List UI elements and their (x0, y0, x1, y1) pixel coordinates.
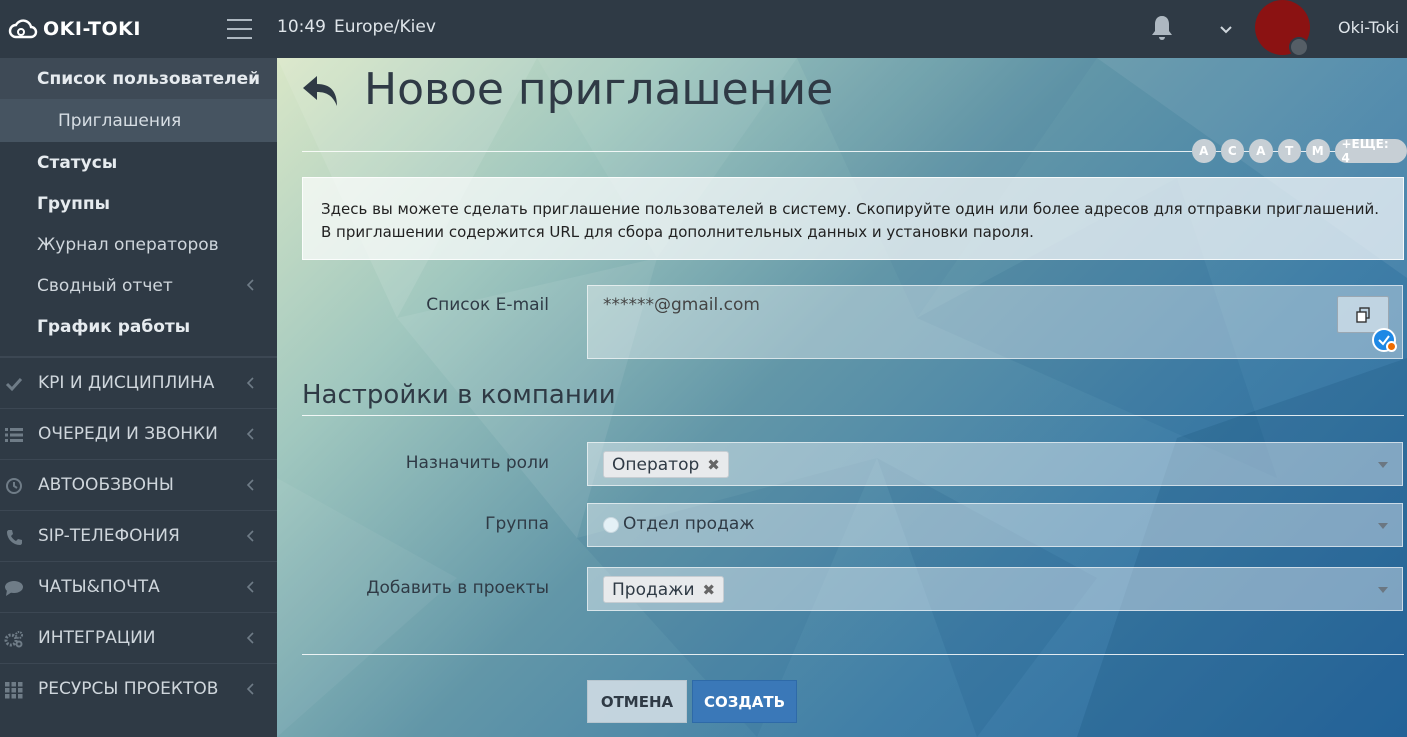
group-color-dot (603, 517, 619, 533)
online-user-avatar[interactable]: A (1249, 139, 1273, 163)
sidebar-item-work-schedule[interactable]: График работы (0, 306, 277, 347)
avatar-status-dot (1289, 37, 1309, 57)
caret-down-icon (1378, 462, 1388, 468)
clock-icon (6, 478, 22, 494)
remove-tag-icon[interactable]: ✖ (707, 456, 720, 474)
roles-label: Назначить роли (405, 453, 549, 473)
create-button[interactable]: СОЗДАТЬ (692, 680, 797, 723)
sidebar-section-label: ИНТЕГРАЦИИ (38, 628, 156, 648)
chevron-down-icon[interactable] (1218, 21, 1234, 37)
project-tag-label: Продажи (612, 579, 695, 600)
online-user-avatar[interactable]: A (1192, 139, 1216, 163)
sidebar-section-resources[interactable]: РЕСУРСЫ ПРОЕКТОВ (0, 663, 277, 714)
logo-text: OKI-TOKI (43, 18, 141, 40)
cancel-button[interactable]: ОТМЕНА (587, 680, 687, 723)
main-content: Новое приглашение A C A T M +ЕЩЕ: 4 Здес… (277, 58, 1407, 737)
roles-select[interactable]: Оператор ✖ (587, 442, 1403, 486)
clock: 10:49 Europe/Kiev (277, 17, 436, 37)
section-divider (302, 415, 1404, 416)
email-list-label: Список E-mail (426, 295, 549, 315)
group-label: Группа (485, 514, 549, 534)
chevron-left-icon (246, 428, 254, 440)
online-users-more[interactable]: +ЕЩЕ: 4 (1334, 137, 1407, 165)
sidebar-item-label: График работы (37, 316, 191, 337)
online-user-avatar[interactable]: M (1306, 139, 1330, 163)
sidebar-divider (0, 347, 277, 357)
chevron-left-icon (246, 581, 254, 593)
sidebar-section-label: РЕСУРСЫ ПРОЕКТОВ (38, 679, 219, 699)
sidebar-section-label: АВТООБЗВОНЫ (38, 475, 174, 495)
top-bar: OKI-TOKI 10:49 Europe/Kiev Oki-Toki (0, 0, 1407, 58)
sidebar-item-users-list[interactable]: Список пользователей (0, 58, 277, 99)
group-select[interactable]: Отдел продаж (587, 503, 1403, 547)
chevron-left-icon (246, 632, 254, 644)
projects-label: Добавить в проекты (366, 578, 549, 598)
chevron-left-icon (246, 683, 254, 695)
form-footer-divider (302, 654, 1404, 655)
page-title: Новое приглашение (364, 64, 834, 115)
clock-time: 10:49 (277, 17, 326, 37)
info-alert: Здесь вы можете сделать приглашение поль… (302, 177, 1404, 260)
sidebar-section-autodial[interactable]: АВТООБЗВОНЫ (0, 459, 277, 510)
caret-down-icon (1378, 587, 1388, 593)
online-users: A C A T M +ЕЩЕ: 4 (1192, 137, 1407, 165)
sidebar-section-chats[interactable]: ЧАТЫ&ПОЧТА (0, 561, 277, 612)
online-user-avatar[interactable]: C (1220, 139, 1244, 163)
sidebar-item-invitations[interactable]: Приглашения (0, 99, 277, 142)
logo[interactable]: OKI-TOKI (8, 14, 141, 44)
sidebar-item-groups[interactable]: Группы (0, 183, 277, 224)
remove-tag-icon[interactable]: ✖ (703, 581, 716, 599)
sidebar-item-operators-log[interactable]: Журнал операторов (0, 224, 277, 265)
phone-icon (7, 530, 22, 545)
sidebar: Список пользователей Приглашения Статусы… (0, 58, 277, 737)
sidebar-section-label: ОЧЕРЕДИ И ЗВОНКИ (38, 424, 218, 444)
sidebar-section-label: ЧАТЫ&ПОЧТА (38, 577, 160, 597)
sidebar-section-queues[interactable]: ОЧЕРЕДИ И ЗВОНКИ (0, 408, 277, 459)
sidebar-item-statuses[interactable]: Статусы (0, 142, 277, 183)
sidebar-item-label: Журнал операторов (37, 234, 219, 255)
list-icon (5, 428, 23, 442)
projects-select[interactable]: Продажи ✖ (587, 567, 1403, 611)
chevron-left-icon (246, 377, 254, 389)
sidebar-section-label: KPI И ДИСЦИПЛИНА (38, 373, 215, 393)
project-tag: Продажи ✖ (603, 576, 725, 603)
clock-timezone: Europe/Kiev (334, 17, 436, 37)
back-arrow-icon[interactable] (301, 72, 343, 110)
sidebar-section-label: SIP-ТЕЛЕФОНИЯ (38, 526, 180, 546)
grammar-check-status-dot (1386, 341, 1397, 352)
grid-icon (5, 682, 23, 699)
chevron-left-icon (246, 479, 254, 491)
role-tag: Оператор ✖ (603, 451, 729, 478)
online-user-avatar[interactable]: T (1277, 139, 1301, 163)
chat-icon (5, 581, 23, 596)
caret-down-icon (1378, 523, 1388, 529)
notification-bell-icon[interactable] (1150, 14, 1174, 42)
sidebar-item-label: Группы (37, 193, 110, 214)
sidebar-item-label: Приглашения (58, 110, 182, 131)
copy-icon (1356, 306, 1370, 323)
chevron-left-icon (246, 530, 254, 542)
email-list-textarea[interactable]: ******@gmail.com (587, 285, 1403, 359)
sidebar-item-label: Статусы (37, 152, 118, 173)
sidebar-item-label: Список пользователей (37, 68, 261, 89)
section-title-company-settings: Настройки в компании (302, 380, 616, 410)
sidebar-section-kpi[interactable]: KPI И ДИСЦИПЛИНА (0, 357, 277, 408)
group-select-value: Отдел продаж (623, 514, 755, 534)
sidebar-item-label: Сводный отчет (37, 275, 173, 296)
sidebar-item-summary-report[interactable]: Сводный отчет (0, 265, 277, 306)
users-submenu: Список пользователей Приглашения (0, 58, 277, 142)
sidebar-section-integrations[interactable]: ИНТЕГРАЦИИ (0, 612, 277, 663)
check-icon (5, 377, 23, 392)
cloud-logo-icon (8, 19, 38, 39)
menu-toggle-icon[interactable] (227, 19, 252, 39)
username[interactable]: Oki-Toki (1338, 18, 1399, 37)
gears-icon (4, 631, 23, 648)
chevron-left-icon (246, 279, 254, 291)
role-tag-label: Оператор (612, 454, 700, 475)
sidebar-section-sip[interactable]: SIP-ТЕЛЕФОНИЯ (0, 510, 277, 561)
